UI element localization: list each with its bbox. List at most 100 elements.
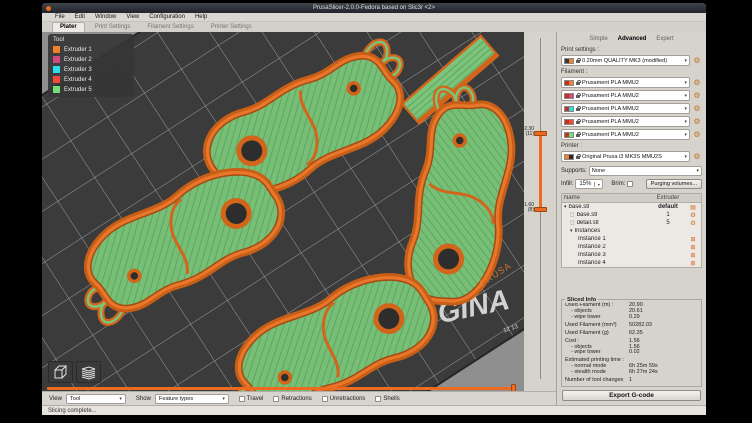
export-gcode-button[interactable]: Export G-code — [562, 390, 701, 401]
retractions-checkbox[interactable] — [273, 396, 279, 402]
gear-icon[interactable]: ⚙ — [690, 212, 696, 219]
object-row-instances[interactable]: ▾Instances — [562, 227, 701, 235]
brim-checkbox[interactable] — [627, 181, 633, 187]
chevron-down-icon: ▾ — [684, 106, 687, 112]
filament-4-dropdown[interactable]: Prusament PLA MMU2 ▾ — [561, 116, 690, 127]
layers-view-button[interactable] — [76, 361, 101, 383]
filament-2-dropdown[interactable]: Prusament PLA MMU2 ▾ — [561, 90, 690, 101]
object-row-instance-1[interactable]: Instance 1 ⊞ — [562, 235, 701, 243]
mode-tab-advanced[interactable]: Advanced — [618, 36, 647, 42]
layer-slider-gutter: 2.30 (11) 1.60 (8) — [524, 32, 556, 391]
menu-item-edit[interactable]: Edit — [70, 14, 90, 20]
expander-icon[interactable]: ▾ — [564, 204, 567, 210]
menu-item-configuration[interactable]: Configuration — [144, 14, 190, 20]
show-label: Show — [136, 396, 151, 402]
chevron-down-icon: ▾ — [684, 154, 687, 160]
vertical-slider-range[interactable] — [539, 134, 542, 210]
filament-3-dropdown[interactable]: Prusament PLA MMU2 ▾ — [561, 103, 690, 114]
shells-checkbox-row: Shells — [375, 396, 399, 402]
brim-label: Brim: — [611, 181, 625, 187]
travel-checkbox[interactable] — [239, 396, 245, 402]
layers-icon — [80, 365, 97, 380]
print-settings-dropdown[interactable]: 0.20mm QUALITY MK3 (modified) ▾ — [561, 55, 690, 66]
extruder-1-swatch — [53, 46, 60, 53]
extruder-4-swatch — [53, 76, 60, 83]
legend-item: Extruder 2 — [53, 56, 129, 63]
instance-icon[interactable]: ⊞ — [690, 253, 695, 259]
instance-icon[interactable]: ⊞ — [690, 245, 695, 251]
filament-color-chip — [564, 93, 574, 99]
filament-color-chip — [564, 132, 574, 138]
instance-icon[interactable]: ⊞ — [690, 261, 695, 267]
menu-item-view[interactable]: View — [121, 14, 144, 20]
hslider-handle[interactable] — [511, 384, 516, 391]
shells-checkbox[interactable] — [375, 396, 381, 402]
object-list-header: Name Extruder — [562, 194, 701, 203]
chevron-down-icon: ▾ — [119, 396, 122, 402]
filament-2-gear-icon[interactable]: ⚙ — [692, 91, 702, 101]
filament-label: Filament : — [561, 69, 702, 75]
printer-gear-icon[interactable]: ⚙ — [692, 152, 702, 162]
infill-spinner[interactable]: 15% ▾ — [575, 179, 603, 189]
slider-bottom-handle[interactable] — [534, 207, 547, 212]
chevron-down-icon: ▾ — [684, 58, 687, 64]
settings-panel: Simple Advanced Expert Print settings : … — [556, 32, 706, 405]
printer-dropdown[interactable]: Original Prusa i3 MK3S MMU2S ▾ — [561, 151, 690, 162]
filament-color-chip — [564, 80, 574, 86]
chevron-down-icon: ▾ — [684, 119, 687, 125]
title-bar[interactable]: PrusaSlicer-2.0.0-Fedora based on Slic3r… — [42, 3, 706, 13]
sliced-info-title: Sliced Info — [565, 297, 598, 303]
3d-viewport[interactable]: GINA 12 13 PRUSA — [42, 32, 524, 391]
lock-icon — [576, 60, 580, 63]
mode-tab-expert[interactable]: Expert — [656, 36, 673, 42]
filament-1-gear-icon[interactable]: ⚙ — [692, 78, 702, 88]
extruder-3-swatch — [53, 66, 60, 73]
filament-color-chip — [564, 119, 574, 125]
expander-icon[interactable]: ▾ — [570, 228, 573, 234]
mesh-icon: ◻ — [570, 220, 575, 226]
object-row-instance-3[interactable]: Instance 3 ⊞ — [562, 251, 701, 259]
infill-label: Infill: — [561, 181, 573, 187]
spinner-down-icon[interactable]: ▾ — [594, 182, 602, 187]
object-row-instance-2[interactable]: Instance 2 ⊞ — [562, 243, 701, 251]
mode-tab-simple[interactable]: Simple — [589, 36, 607, 42]
object-row-base[interactable]: ▾base.stl default ▤ — [562, 203, 701, 211]
filament-1-dropdown[interactable]: Prusament PLA MMU2 ▾ — [561, 77, 690, 88]
print-settings-gear-icon[interactable]: ⚙ — [692, 56, 702, 66]
horizontal-layer-slider[interactable] — [47, 387, 514, 390]
filament-5-gear-icon[interactable]: ⚙ — [692, 130, 702, 140]
prusaslicer-window: PrusaSlicer-2.0.0-Fedora based on Slic3r… — [42, 3, 706, 415]
status-text: Slicing complete... — [48, 408, 97, 414]
menu-item-file[interactable]: File — [50, 14, 70, 20]
tab-print-settings[interactable]: Print Settings — [88, 23, 138, 32]
tab-plater[interactable]: Plater — [52, 22, 85, 32]
extruder-2-swatch — [53, 56, 60, 63]
supports-dropdown[interactable]: None ▾ — [589, 166, 702, 176]
gear-icon[interactable]: ⚙ — [690, 220, 696, 227]
legend-item: Extruder 1 — [53, 46, 129, 53]
slider-top-handle[interactable] — [534, 131, 547, 136]
object-row-volume-detail[interactable]: ◻detail.stl 5 ⚙ — [562, 219, 701, 227]
tab-filament-settings[interactable]: Filament Settings — [140, 23, 200, 32]
unretractions-checkbox[interactable] — [322, 396, 328, 402]
info-row: - wipe tower0.29 — [565, 315, 698, 321]
object-row-volume-base[interactable]: ◻base.stl 1 ⚙ — [562, 211, 701, 219]
filament-5-dropdown[interactable]: Prusament PLA MMU2 ▾ — [561, 129, 690, 140]
print-sheet-icon[interactable]: ▤ — [690, 205, 696, 211]
purging-volumes-button[interactable]: Purging volumes... — [646, 179, 702, 189]
view-dropdown[interactable]: Tool▾ — [66, 394, 126, 404]
3d-view-button[interactable] — [48, 361, 73, 383]
info-row: - wipe tower0.02 — [565, 350, 698, 356]
filament-3-gear-icon[interactable]: ⚙ — [692, 104, 702, 114]
chevron-down-icon: ▾ — [696, 168, 699, 174]
tab-printer-settings[interactable]: Printer Settings — [204, 23, 259, 32]
instance-icon[interactable]: ⊞ — [690, 237, 695, 243]
lock-icon — [576, 134, 580, 137]
info-row: Number of tool changes1 — [565, 378, 698, 384]
legend-item: Extruder 4 — [53, 76, 129, 83]
filament-4-gear-icon[interactable]: ⚙ — [692, 117, 702, 127]
menu-item-help[interactable]: Help — [190, 14, 212, 20]
show-dropdown[interactable]: Feature types▾ — [155, 394, 229, 404]
object-row-instance-4[interactable]: Instance 4 ⊞ — [562, 259, 701, 267]
menu-item-window[interactable]: Window — [90, 14, 121, 20]
